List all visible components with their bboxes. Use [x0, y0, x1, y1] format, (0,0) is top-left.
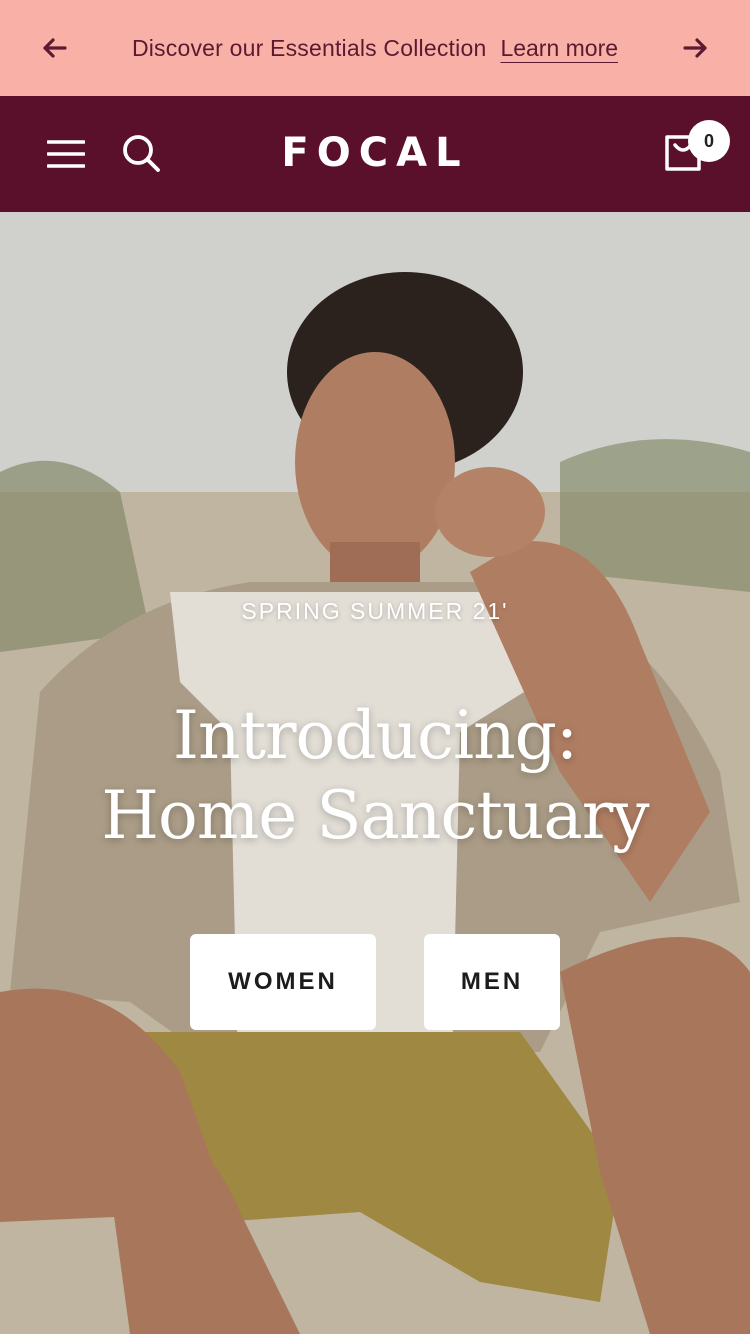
announcement-learn-more-link[interactable]: Learn more: [500, 35, 618, 62]
hero-banner: SPRING SUMMER 21' Introducing: Home Sanc…: [0, 212, 750, 1334]
arrow-left-icon: [43, 38, 67, 58]
announcement-prev-button[interactable]: [36, 30, 72, 66]
announcement-bar: Discover our Essentials Collection Learn…: [0, 0, 750, 96]
hero-eyebrow: SPRING SUMMER 21': [241, 598, 509, 624]
hero-headline: Introducing: Home Sanctuary: [0, 696, 750, 856]
shop-women-button[interactable]: WOMEN: [190, 934, 376, 1030]
announcement-text: Discover our Essentials Collection: [131, 34, 487, 61]
cart-count-badge: 0: [688, 120, 730, 162]
arrow-right-icon: [683, 38, 707, 58]
announcement-next-button[interactable]: [678, 30, 714, 66]
hero-headline-line2: Home Sanctuary: [101, 777, 649, 854]
site-header: FOCAL: [0, 96, 750, 212]
hero-headline-line1: Introducing:: [172, 697, 578, 774]
shop-men-button[interactable]: MEN: [424, 934, 560, 1030]
site-logo[interactable]: FOCAL: [0, 130, 750, 176]
